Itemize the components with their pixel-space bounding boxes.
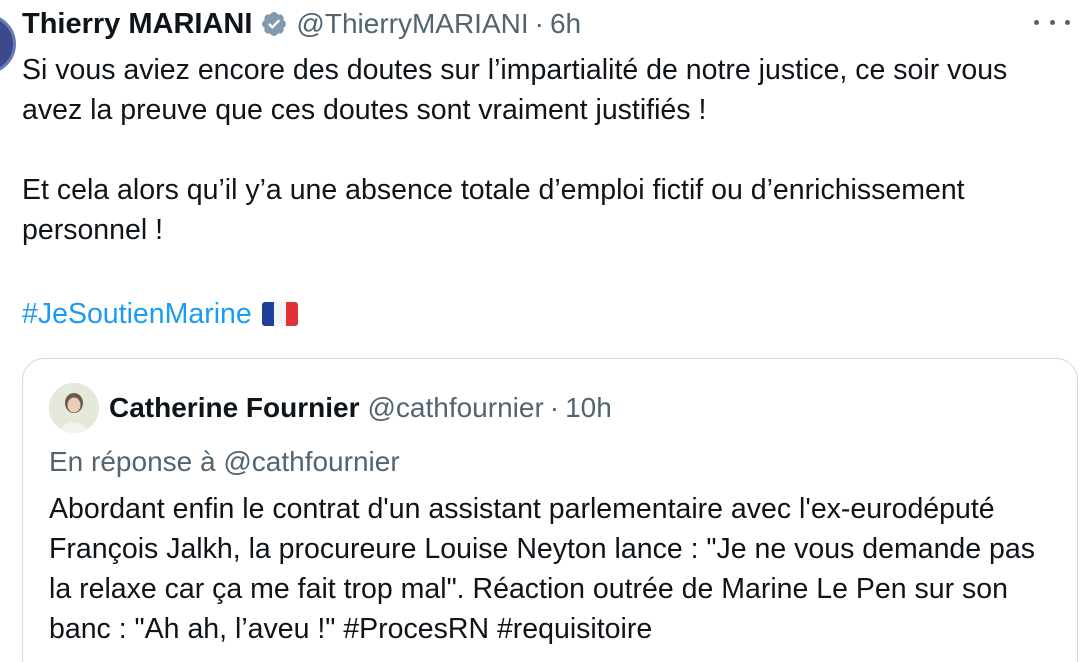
author-avatar[interactable] [0,14,16,74]
quoted-tweet-header: Catherine Fournier @cathfournier · 10h [49,383,612,433]
person-avatar-icon [49,383,99,433]
meta-separator: · [534,8,544,39]
more-options-icon[interactable] [1034,10,1070,34]
tweet-paragraph-1: Si vous aviez encore des doutes sur l’im… [22,54,1008,126]
quoted-post-timestamp[interactable]: 10h [565,392,612,424]
french-flag-icon [261,302,298,326]
hashtag-line: #JeSoutienMarine [22,294,298,334]
quoted-author-avatar[interactable] [49,383,99,433]
tweet-header: Thierry MARIANI @ThierryMARIANI · 6h [22,4,581,44]
hashtag-link[interactable]: #JeSoutienMarine [22,298,252,331]
author-handle[interactable]: @ThierryMARIANI [296,8,528,40]
quoted-tweet-card[interactable]: Catherine Fournier @cathfournier · 10h E… [22,358,1078,662]
author-name[interactable]: Thierry MARIANI [22,8,252,41]
verified-badge-icon[interactable] [260,10,288,38]
quoted-meta-separator: · [549,392,560,423]
quoted-author-handle[interactable]: @cathfournier [367,392,543,424]
post-timestamp[interactable]: 6h [550,8,581,40]
quoted-author-name[interactable]: Catherine Fournier [109,392,359,424]
tweet-text: Si vous aviez encore des doutes sur l’im… [22,50,1074,250]
reply-to-handle[interactable]: @cathfournier [223,446,399,477]
quoted-tweet-text: Abordant enfin le contrat d'un assistant… [49,493,1036,645]
reply-prefix: En réponse à [49,446,216,477]
tweet-paragraph-2: Et cela alors qu’il y’a une absence tota… [22,174,965,246]
reply-context: En réponse à @cathfournier [49,443,400,481]
